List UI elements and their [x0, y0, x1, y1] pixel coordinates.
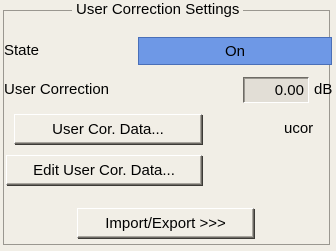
- group-title: User Correction Settings: [72, 1, 244, 19]
- state-label: State: [4, 42, 40, 59]
- import-export-button[interactable]: Import/Export >>>: [77, 208, 254, 238]
- state-toggle-button[interactable]: On: [138, 37, 332, 65]
- user-correction-label: User Correction: [4, 81, 110, 98]
- user-correction-value-field[interactable]: 0.00: [243, 77, 309, 103]
- edit-user-cor-data-button[interactable]: Edit User Cor. Data...: [6, 155, 202, 185]
- ucor-file-name: ucor: [284, 120, 314, 137]
- user-cor-data-button[interactable]: User Cor. Data...: [14, 114, 202, 144]
- user-correction-unit: dB: [314, 81, 333, 98]
